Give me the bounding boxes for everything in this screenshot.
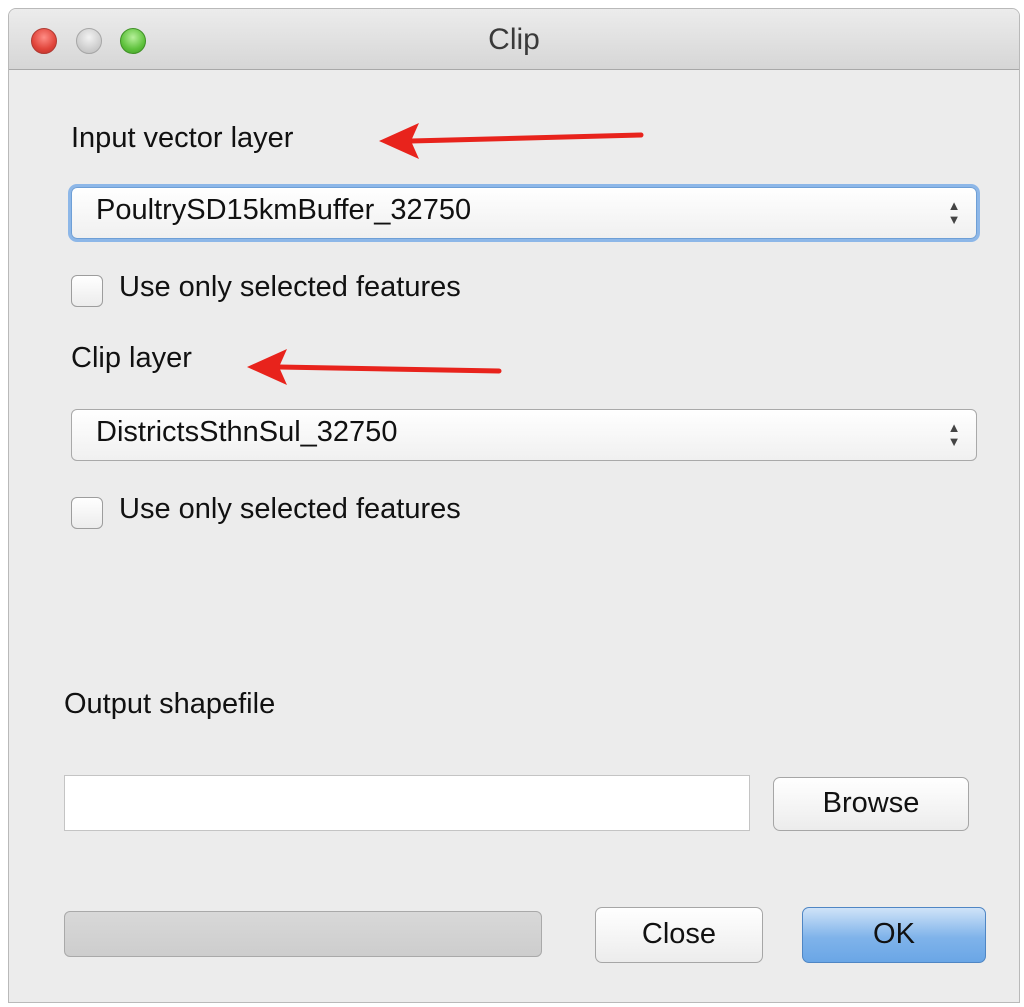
- clip-layer-select-value: DistrictsSthnSul_32750: [96, 416, 398, 448]
- input-use-selected-checkbox[interactable]: [71, 275, 103, 307]
- output-shapefile-input[interactable]: [64, 775, 750, 831]
- clip-layer-label: Clip layer: [71, 342, 192, 374]
- clip-use-selected-label: Use only selected features: [119, 493, 461, 525]
- input-use-selected-label: Use only selected features: [119, 271, 461, 303]
- input-layer-select-value: PoultrySD15kmBuffer_32750: [96, 194, 472, 226]
- input-layer-label: Input vector layer: [71, 122, 294, 154]
- close-button[interactable]: Close: [595, 907, 763, 963]
- updown-arrows-icon: ▲ ▼: [947, 420, 961, 449]
- progress-bar: [64, 911, 542, 957]
- clip-layer-select[interactable]: DistrictsSthnSul_32750 ▲ ▼: [71, 409, 977, 461]
- clip-use-selected-checkbox[interactable]: [71, 497, 103, 529]
- output-shapefile-label: Output shapefile: [64, 688, 276, 720]
- title-bar: Clip: [9, 9, 1019, 70]
- input-use-selected-row[interactable]: Use only selected features: [71, 271, 591, 311]
- input-layer-select[interactable]: PoultrySD15kmBuffer_32750 ▲ ▼: [71, 187, 977, 239]
- red-arrow-icon: [379, 123, 644, 159]
- red-arrow-icon: [247, 349, 502, 385]
- browse-button[interactable]: Browse: [773, 777, 969, 831]
- clip-dialog: Clip Input vector layer PoultrySD15kmBuf…: [8, 8, 1020, 1003]
- ok-button[interactable]: OK: [802, 907, 986, 963]
- clip-use-selected-row[interactable]: Use only selected features: [71, 493, 591, 533]
- updown-arrows-icon: ▲ ▼: [947, 198, 961, 227]
- window-title: Clip: [488, 23, 540, 56]
